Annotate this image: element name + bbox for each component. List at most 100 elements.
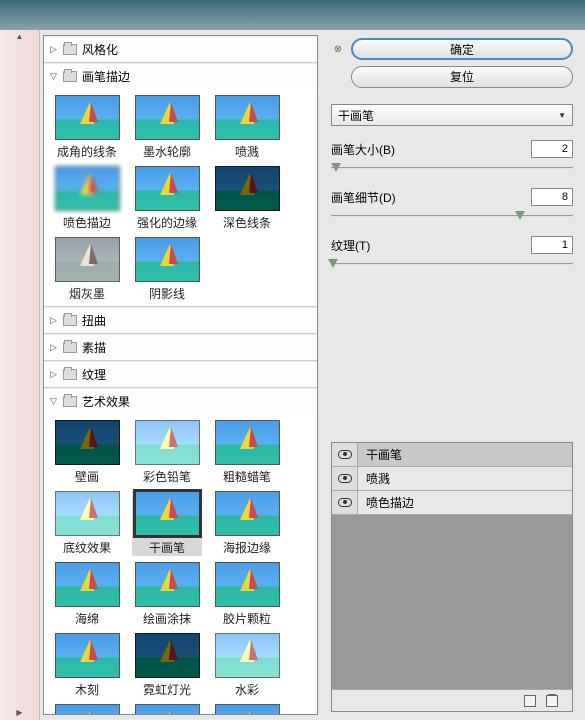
filter-thumb[interactable]: 绘画涂抹	[132, 562, 202, 627]
thumb-label: 壁画	[75, 468, 99, 485]
thumb-label: 深色线条	[223, 214, 271, 231]
filter-thumb[interactable]: 粗糙蜡笔	[212, 420, 282, 485]
reset-button[interactable]: 复位	[351, 66, 573, 88]
param-slider[interactable]	[331, 258, 573, 270]
filter-thumb[interactable]: 喷溅	[212, 95, 282, 160]
thumb-image	[135, 166, 200, 211]
filter-thumb[interactable]: 壁画	[52, 420, 122, 485]
folder-icon	[63, 342, 77, 353]
filter-thumb[interactable]: 彩色铅笔	[132, 420, 202, 485]
thumb-label: 胶片颗粒	[223, 610, 271, 627]
eye-icon	[338, 474, 352, 483]
thumb-label: 绘画涂抹	[143, 610, 191, 627]
thumb-label: 水彩	[235, 681, 259, 698]
thumb-label: 喷色描边	[63, 214, 111, 231]
thumb-label: 喷溅	[235, 143, 259, 160]
settings-panel: ⊗ 确定 复位 干画笔 ▼ 画笔大小(B) 画笔细节(D) 纹理(T) 干画笔喷溅喷…	[321, 30, 585, 720]
thumb-image	[55, 491, 120, 536]
category-header[interactable]: ▽画笔描边	[44, 63, 317, 89]
thumb-image	[55, 420, 120, 465]
filter-thumb[interactable]: 干画笔	[132, 491, 202, 556]
thumb-image	[135, 95, 200, 140]
param-input[interactable]	[531, 236, 573, 254]
param-label: 纹理(T)	[331, 237, 370, 254]
trash-icon[interactable]	[546, 695, 558, 707]
chevron-up-icon: ▲	[16, 32, 24, 41]
filter-thumb[interactable]: 烟灰墨	[52, 237, 122, 302]
effect-layer-row[interactable]: 喷溅	[332, 467, 572, 491]
thumb-image	[135, 633, 200, 678]
new-layer-icon[interactable]	[524, 695, 536, 707]
effect-layer-row[interactable]: 喷色描边	[332, 491, 572, 515]
layers-empty-area	[332, 515, 572, 689]
category-header[interactable]: ▷素描	[44, 334, 317, 360]
thumb-label: 海报边缘	[223, 539, 271, 556]
thumb-label: 阴影线	[149, 285, 185, 302]
thumb-image	[215, 95, 280, 140]
triangle-right-icon: ▷	[50, 44, 59, 55]
thumb-image	[215, 633, 280, 678]
filter-thumb[interactable]: 木刻	[52, 633, 122, 698]
thumb-image	[215, 166, 280, 211]
filter-thumb[interactable]: 阴影线	[132, 237, 202, 302]
filter-thumb[interactable]	[132, 704, 202, 714]
param-slider[interactable]	[331, 162, 573, 174]
param-label: 画笔大小(B)	[331, 141, 395, 158]
eye-icon	[338, 450, 352, 459]
thumb-label: 木刻	[75, 681, 99, 698]
thumb-image	[135, 562, 200, 607]
visibility-toggle[interactable]	[332, 467, 358, 490]
thumb-image	[135, 491, 200, 536]
thumb-label: 海绵	[75, 610, 99, 627]
filter-thumb[interactable]: 胶片颗粒	[212, 562, 282, 627]
thumb-label: 墨水轮廓	[143, 143, 191, 160]
thumb-label: 成角的线条	[57, 143, 117, 160]
thumb-image	[55, 166, 120, 211]
param-slider[interactable]	[331, 210, 573, 222]
filter-thumb[interactable]	[52, 704, 122, 714]
triangle-right-icon: ▷	[50, 315, 59, 326]
filter-thumb[interactable]	[212, 704, 282, 714]
visibility-toggle[interactable]	[332, 491, 358, 514]
filter-thumb[interactable]: 喷色描边	[52, 166, 122, 231]
filter-thumb[interactable]: 强化的边缘	[132, 166, 202, 231]
slider-thumb-icon[interactable]	[515, 211, 525, 220]
category-header[interactable]: ▷纹理	[44, 361, 317, 387]
chevron-down-icon: ▼	[558, 111, 566, 120]
visibility-toggle[interactable]	[332, 443, 358, 466]
effect-layers-panel: 干画笔喷溅喷色描边	[331, 442, 573, 712]
filter-thumb[interactable]: 底纹效果	[52, 491, 122, 556]
folder-icon	[63, 396, 77, 407]
filter-thumb[interactable]: 深色线条	[212, 166, 282, 231]
param-row: 画笔细节(D)	[331, 188, 573, 222]
folder-icon	[63, 315, 77, 326]
thumb-image	[135, 704, 200, 714]
thumb-image	[135, 237, 200, 282]
filter-thumb[interactable]: 海报边缘	[212, 491, 282, 556]
thumb-image	[215, 491, 280, 536]
param-input[interactable]	[531, 140, 573, 158]
filter-thumb[interactable]: 墨水轮廓	[132, 95, 202, 160]
param-input[interactable]	[531, 188, 573, 206]
category-label: 风格化	[82, 41, 118, 58]
layer-label: 喷色描边	[358, 494, 414, 511]
category-scroll[interactable]: ▷ 风格化 ▽画笔描边成角的线条 墨水轮廓 喷溅喷色描边 强化的边缘深色线条烟灰墨阴影线 ▷…	[44, 36, 317, 714]
slider-thumb-icon[interactable]	[328, 259, 338, 268]
slider-thumb-icon[interactable]	[331, 163, 341, 172]
filter-thumb[interactable]: 水彩	[212, 633, 282, 698]
filter-thumb[interactable]: 海绵	[52, 562, 122, 627]
preview-collapse-strip[interactable]: ▲ ▶	[0, 30, 40, 720]
category-header[interactable]: ▽艺术效果	[44, 388, 317, 414]
category-header[interactable]: ▷ 风格化	[44, 36, 317, 62]
category-header[interactable]: ▷扭曲	[44, 307, 317, 333]
filter-select-dropdown[interactable]: 干画笔 ▼	[331, 104, 573, 126]
collapse-toggle-icon[interactable]: ⊗	[331, 44, 345, 55]
ok-button[interactable]: 确定	[351, 38, 573, 60]
layer-label: 干画笔	[358, 446, 402, 463]
layer-label: 喷溅	[358, 470, 390, 487]
thumb-image	[215, 562, 280, 607]
filter-thumb[interactable]: 霓虹灯光	[132, 633, 202, 698]
effect-layer-row[interactable]: 干画笔	[332, 443, 572, 467]
filter-thumb[interactable]: 成角的线条	[52, 95, 122, 160]
filter-gallery-panel: ▷ 风格化 ▽画笔描边成角的线条 墨水轮廓 喷溅喷色描边 强化的边缘深色线条烟灰墨阴影线 ▷…	[43, 35, 318, 715]
